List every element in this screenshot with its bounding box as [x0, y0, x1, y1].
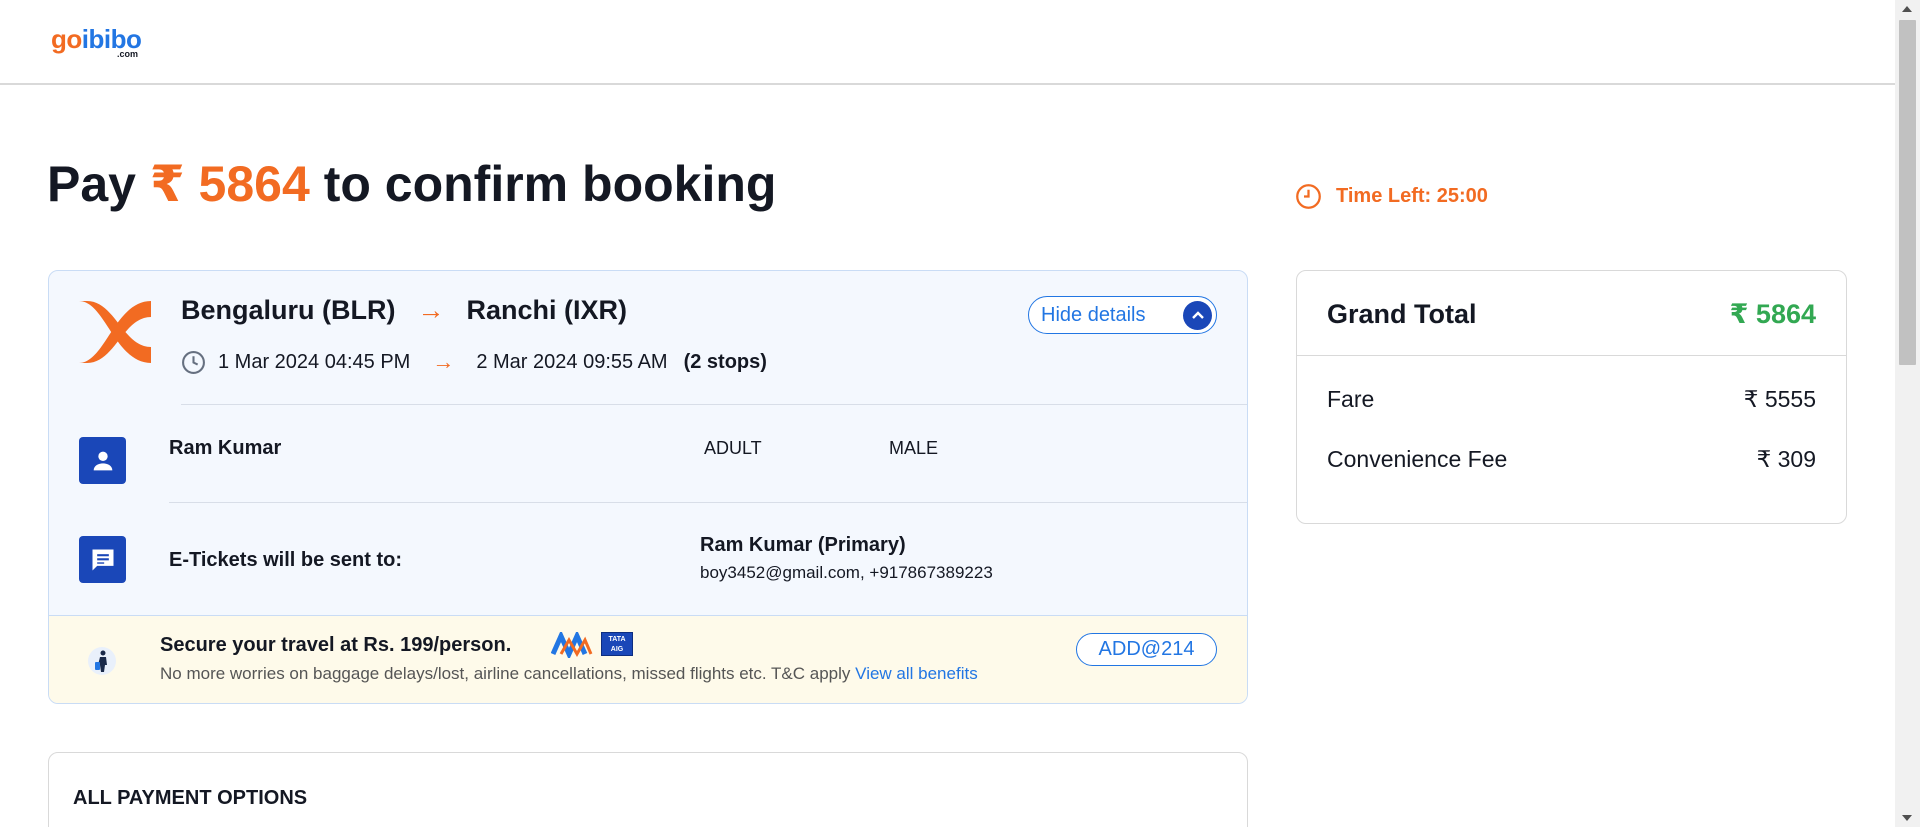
fare-label: Fare: [1327, 386, 1375, 412]
destination-city: Ranchi (IXR): [466, 295, 627, 325]
view-all-benefits-link[interactable]: View all benefits: [855, 664, 978, 683]
clock-icon: [1296, 184, 1321, 209]
time-left: Time Left: 25:00: [1295, 183, 1488, 210]
contact-name: Ram Kumar (Primary): [700, 534, 906, 556]
divider: [181, 404, 1247, 405]
tata-aig-logo: TATA AIG: [601, 632, 633, 656]
scroll-up-icon[interactable]: [1902, 6, 1912, 12]
convenience-fee-label: Convenience Fee: [1327, 446, 1508, 472]
traveler-icon: [88, 647, 116, 675]
passenger-gender: MALE: [889, 438, 939, 458]
person-icon: [79, 437, 126, 484]
insurance-subtitle: No more worries on baggage delays/lost, …: [160, 664, 978, 684]
title-amount: ₹ 5864: [149, 156, 310, 212]
payment-options-title: ALL PAYMENT OPTIONS: [73, 787, 308, 809]
message-icon: [79, 536, 126, 583]
hide-details-label: Hide details: [1041, 303, 1146, 326]
travel-insurance-banner: Secure your travel at Rs. 199/person. TA…: [49, 615, 1247, 703]
flight-route: Bengaluru (BLR) → Ranchi (IXR): [181, 295, 627, 326]
origin-city: Bengaluru (BLR): [181, 295, 396, 325]
divider: [169, 502, 1247, 503]
clock-icon: [182, 350, 205, 374]
eticket-label: E-Tickets will be sent to:: [169, 549, 403, 571]
insurance-subtitle-text: No more worries on baggage delays/lost, …: [160, 664, 851, 683]
scroll-down-icon[interactable]: [1902, 815, 1912, 821]
scrollbar-thumb[interactable]: [1899, 20, 1916, 365]
passenger-type: ADULT: [704, 438, 762, 458]
vertical-scrollbar[interactable]: [1895, 0, 1920, 827]
grand-total-value: ₹ 5864: [1729, 299, 1816, 329]
payment-options-card: ALL PAYMENT OPTIONS: [48, 752, 1248, 827]
top-header: goibibo .com: [0, 0, 1895, 85]
flight-timing: 1 Mar 2024 04:45 PM → 2 Mar 2024 09:55 A…: [181, 349, 767, 375]
fare-value: ₹ 5555: [1743, 386, 1816, 412]
add-insurance-button[interactable]: ADD@214: [1076, 633, 1217, 666]
airline-logo: [79, 301, 151, 363]
acko-logo: [551, 632, 593, 658]
title-suffix: to confirm booking: [323, 156, 777, 212]
logo-dotcom: .com: [117, 49, 139, 59]
fare-summary-card: Grand Total ₹ 5864 Fare ₹ 5555 Convenien…: [1296, 270, 1847, 524]
departure-time: 1 Mar 2024 04:45 PM: [218, 350, 411, 373]
insurance-title: Secure your travel at Rs. 199/person.: [160, 634, 512, 656]
title-prefix: Pay: [47, 156, 136, 212]
arrival-time: 2 Mar 2024 09:55 AM: [476, 350, 668, 373]
contact-detail: boy3452@gmail.com, +917867389223: [700, 563, 993, 582]
passenger-name: Ram Kumar: [169, 437, 282, 459]
time-left-text: Time Left: 25:00: [1336, 185, 1488, 207]
route-arrow: →: [417, 295, 445, 325]
timing-arrow: →: [432, 349, 455, 374]
convenience-fee-value: ₹ 309: [1756, 446, 1816, 472]
grand-total-label: Grand Total: [1327, 299, 1477, 329]
goibibo-logo[interactable]: goibibo .com: [51, 24, 142, 59]
logo-go: go: [51, 24, 82, 54]
grand-total-row: Grand Total ₹ 5864: [1297, 271, 1846, 356]
hide-details-button[interactable]: Hide details: [1028, 296, 1217, 334]
trip-details-card: Bengaluru (BLR) → Ranchi (IXR) 1 Mar 202…: [48, 270, 1248, 704]
chevron-up-icon: [1183, 301, 1212, 330]
page-title: Pay ₹ 5864 to confirm booking: [47, 155, 776, 213]
stops-count: (2 stops): [683, 350, 767, 373]
